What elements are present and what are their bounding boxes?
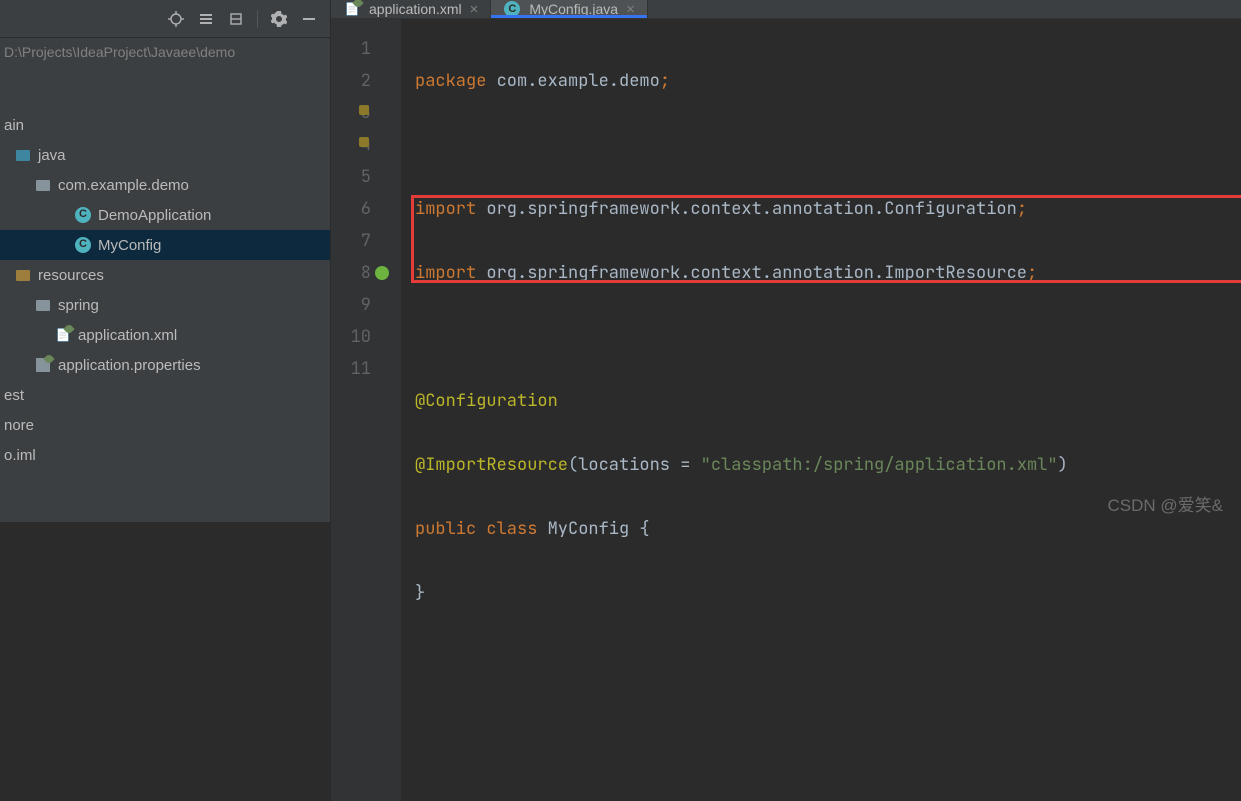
gutter-marker-icon[interactable] bbox=[359, 137, 369, 147]
tree-node-main[interactable]: ain bbox=[0, 110, 330, 140]
code-editor[interactable]: 1 2 3 4 5 6 7 8 9 10 11 package com.exam… bbox=[331, 19, 1241, 801]
tree-node-ignore[interactable]: nore bbox=[0, 410, 330, 440]
tree-node-myconfig[interactable]: CMyConfig bbox=[0, 230, 330, 260]
gear-icon[interactable] bbox=[266, 6, 292, 32]
tree-node-test[interactable]: est bbox=[0, 380, 330, 410]
xml-file-icon: 📄 bbox=[343, 0, 361, 18]
editor-tabs: 📄 application.xml × C MyConfig.java × bbox=[331, 0, 1241, 19]
tree-node-application-xml[interactable]: 📄application.xml bbox=[0, 320, 330, 350]
gutter-marker-icon[interactable] bbox=[359, 105, 369, 115]
gutter: 1 2 3 4 5 6 7 8 9 10 11 bbox=[331, 19, 401, 801]
tab-label: MyConfig.java bbox=[529, 1, 618, 17]
tab-application-xml[interactable]: 📄 application.xml × bbox=[331, 0, 491, 18]
close-icon[interactable]: × bbox=[470, 1, 479, 18]
code-content[interactable]: package com.example.demo; import org.spr… bbox=[401, 19, 1241, 801]
watermark: CSDN @爱笑& bbox=[1108, 491, 1224, 516]
tree-node-package[interactable]: com.example.demo bbox=[0, 170, 330, 200]
locate-icon[interactable] bbox=[163, 6, 189, 32]
class-file-icon: C bbox=[503, 0, 521, 18]
tree-node-demoapplication[interactable]: CDemoApplication bbox=[0, 200, 330, 230]
editor-panel: 📄 application.xml × C MyConfig.java × 1 … bbox=[331, 0, 1241, 522]
project-tree[interactable]: ain java com.example.demo CDemoApplicati… bbox=[0, 70, 330, 522]
toolbar-separator bbox=[257, 10, 258, 28]
tree-node-java[interactable]: java bbox=[0, 140, 330, 170]
spring-gutter-icon[interactable] bbox=[375, 266, 389, 280]
tree-node-application-properties[interactable]: application.properties bbox=[0, 350, 330, 380]
project-toolbar bbox=[0, 0, 330, 38]
expand-all-icon[interactable] bbox=[193, 6, 219, 32]
hide-icon[interactable] bbox=[296, 6, 322, 32]
close-icon[interactable]: × bbox=[626, 1, 635, 18]
tab-label: application.xml bbox=[369, 1, 462, 17]
tree-node-iml[interactable]: o.iml bbox=[0, 440, 330, 470]
tab-myconfig-java[interactable]: C MyConfig.java × bbox=[491, 0, 647, 18]
breadcrumb: D:\Projects\IdeaProject\Javaee\demo bbox=[0, 38, 330, 70]
tree-node-spring[interactable]: spring bbox=[0, 290, 330, 320]
tree-node-resources[interactable]: resources bbox=[0, 260, 330, 290]
collapse-all-icon[interactable] bbox=[223, 6, 249, 32]
project-sidebar: D:\Projects\IdeaProject\Javaee\demo ain … bbox=[0, 0, 331, 522]
